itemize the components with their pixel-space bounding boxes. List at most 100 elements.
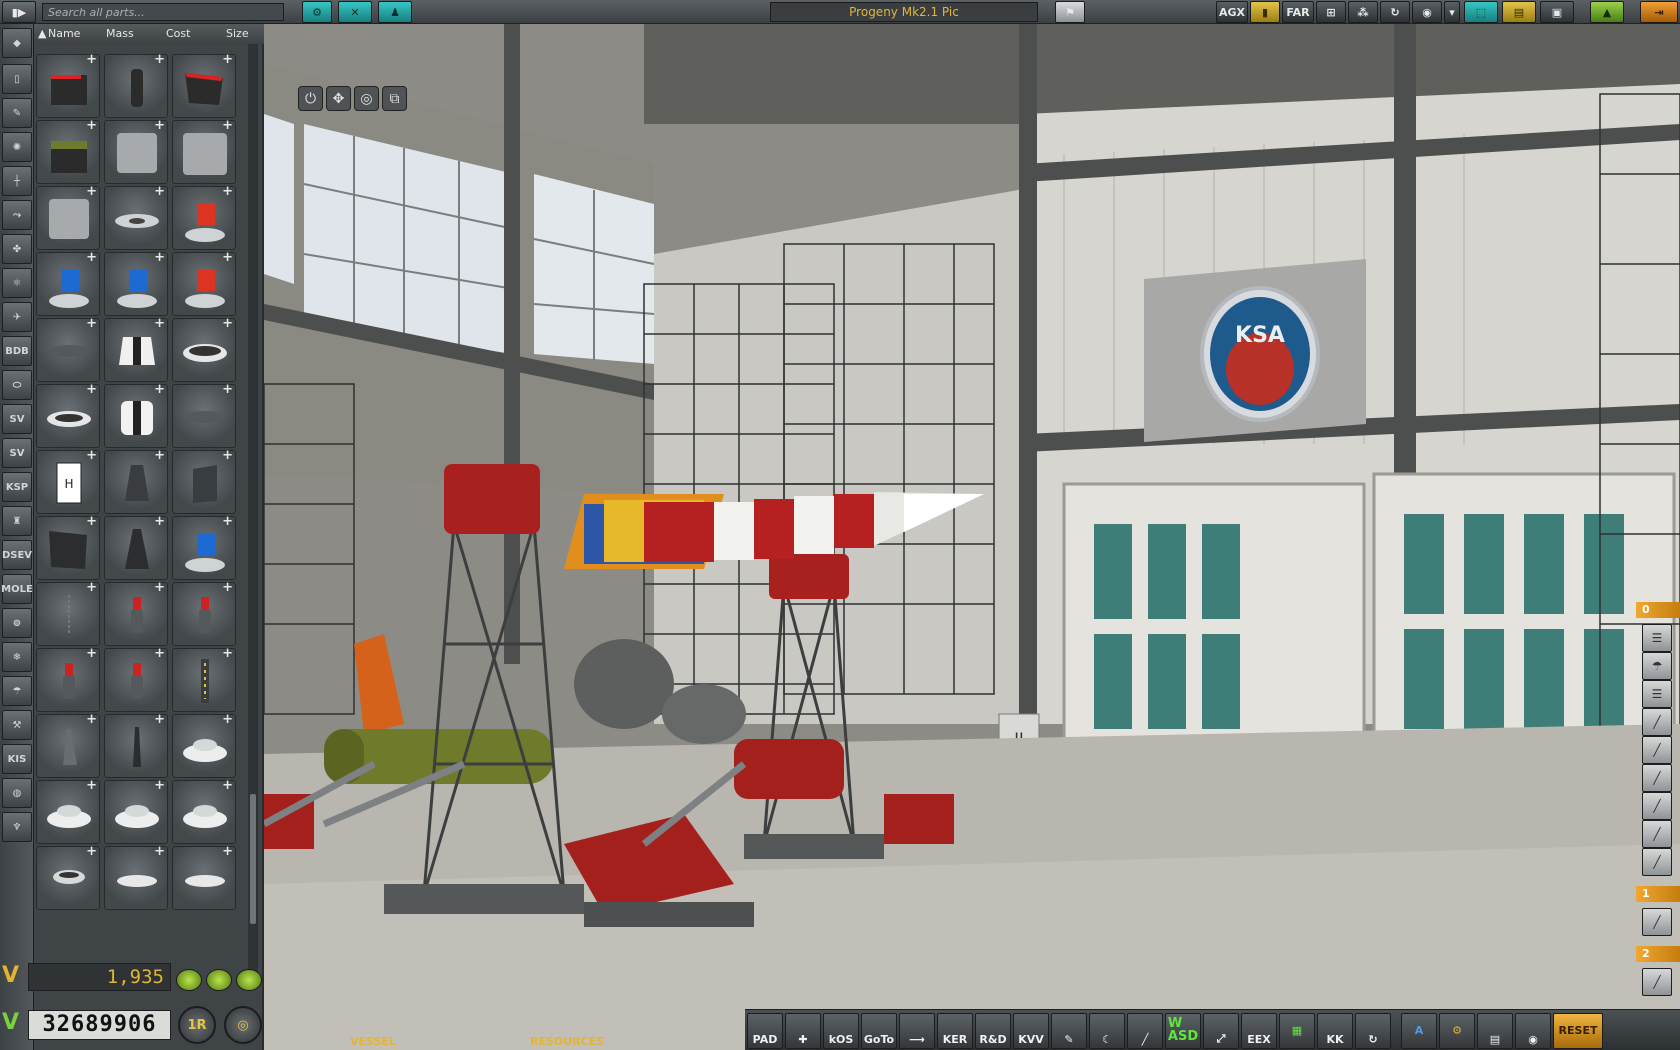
part-tile[interactable]: + <box>104 316 168 382</box>
reroot-gizmo-icon[interactable]: ⧉ <box>382 86 407 111</box>
category-cryo-icon[interactable]: ❄ <box>2 642 32 672</box>
category-tools-icon[interactable]: ⚒ <box>2 710 32 740</box>
hangar-viewport[interactable]: KSA ⏻ ✥ ◎ ⧉ <box>264 24 1680 1050</box>
part-tile[interactable]: + <box>36 52 100 118</box>
part-tile[interactable]: + <box>104 646 168 712</box>
part-tile[interactable]: + <box>36 844 100 910</box>
stage-header-0[interactable]: 0 <box>1636 602 1680 618</box>
lock-icon[interactable] <box>176 969 202 991</box>
engine-stage-icon[interactable]: ╱ <box>1642 792 1672 820</box>
resize-icon[interactable]: ⤢ <box>1203 1013 1239 1049</box>
wrench-icon[interactable]: ✎ <box>1051 1013 1087 1049</box>
part-tile[interactable]: + <box>36 250 100 316</box>
tab-vessel[interactable]: VESSEL <box>350 1035 396 1048</box>
part-tile[interactable]: + <box>172 778 236 844</box>
category-pods-icon[interactable]: ◆ <box>2 28 32 58</box>
tab-resources[interactable]: RESOURCES <box>530 1035 604 1048</box>
part-tile[interactable]: + <box>36 118 100 184</box>
category-science-icon[interactable]: ⚛ <box>2 268 32 298</box>
offset-gizmo-icon[interactable]: ✥ <box>326 86 351 111</box>
crew-icon[interactable]: ♟ <box>378 1 412 23</box>
category-comms-icon[interactable]: ✈ <box>2 302 32 332</box>
parachute-stage-icon[interactable]: ☂ <box>1642 652 1672 680</box>
ker-button[interactable]: KER <box>937 1013 973 1049</box>
part-tile[interactable]: + <box>36 316 100 382</box>
part-tile[interactable]: + <box>172 184 236 250</box>
orbit-icon[interactable]: ↻ <box>1380 1 1410 23</box>
part-tile[interactable]: + <box>104 580 168 646</box>
part-tile[interactable]: + <box>104 712 168 778</box>
hammer-wrench-icon[interactable]: ✕ <box>338 1 372 23</box>
category-utility-icon[interactable]: ✤ <box>2 234 32 264</box>
chevron-down-icon[interactable]: ▾ <box>1444 1 1460 23</box>
part-manager-icon[interactable]: ⚙ <box>302 1 332 23</box>
part-tile[interactable]: + <box>172 250 236 316</box>
cluster-icon[interactable]: ⁂ <box>1348 1 1378 23</box>
part-tile[interactable]: + <box>36 382 100 448</box>
stage-part-icon[interactable]: ☰ <box>1642 624 1672 652</box>
part-tile[interactable]: + <box>172 712 236 778</box>
part-tile[interactable]: + <box>172 448 236 514</box>
category-parachute-icon[interactable]: ☂ <box>2 676 32 706</box>
sort-name[interactable]: Name <box>48 27 80 40</box>
part-tile[interactable]: + <box>104 52 168 118</box>
wasd-button[interactable]: W ASD <box>1165 1013 1201 1049</box>
flag-icon[interactable]: ⚑ <box>1055 1 1085 23</box>
engine-stage-icon[interactable]: ╱ <box>1642 708 1672 736</box>
part-tile[interactable]: + <box>172 646 236 712</box>
category-gear-icon[interactable]: ♆ <box>2 812 32 842</box>
engine-stage-icon[interactable]: ╱ <box>1642 908 1672 936</box>
antenna-icon[interactable]: ◉ <box>1515 1013 1551 1049</box>
part-tile[interactable]: + <box>172 52 236 118</box>
category-aero-icon[interactable]: ⤳ <box>2 200 32 230</box>
place-gizmo-icon[interactable]: ⏻ <box>298 86 323 111</box>
save-craft-icon[interactable]: ▣ <box>1540 1 1574 23</box>
goto-button[interactable]: GoTo <box>861 1013 897 1049</box>
agx-button[interactable]: AGX <box>1216 1 1248 23</box>
part-tile[interactable]: + <box>104 448 168 514</box>
research-button[interactable]: 1R <box>178 1006 216 1044</box>
load-craft-icon[interactable]: ▤ <box>1502 1 1536 23</box>
launch-clamp-icon[interactable]: ◉ <box>1412 1 1442 23</box>
parts-scrollbar-thumb[interactable] <box>250 794 256 924</box>
engineer-icon[interactable]: ⟶ <box>899 1013 935 1049</box>
part-tile[interactable]: + <box>172 514 236 580</box>
battery-icon[interactable]: ▮ <box>1250 1 1280 23</box>
part-tile[interactable]: + <box>172 118 236 184</box>
pencil-icon[interactable]: ╱ <box>1127 1013 1163 1049</box>
eex-button[interactable]: EEX <box>1241 1013 1277 1049</box>
part-tile[interactable]: + <box>172 844 236 910</box>
category-dsev-button[interactable]: DSEV <box>2 540 32 570</box>
center-of-mass-icon[interactable]: ◎ <box>224 1006 262 1044</box>
category-radar-icon[interactable]: ◍ <box>2 778 32 808</box>
category-kis-button[interactable]: KIS <box>2 744 32 774</box>
grid-icon[interactable]: ⊞ <box>1316 1 1346 23</box>
part-tile[interactable]: + <box>104 514 168 580</box>
kos-button[interactable]: kOS <box>823 1013 859 1049</box>
part-tile[interactable]: + <box>172 580 236 646</box>
far-button[interactable]: FAR <box>1282 1 1314 23</box>
category-control-icon[interactable]: ✺ <box>2 132 32 162</box>
hyperedit-icon[interactable]: ✚ <box>785 1013 821 1049</box>
angle-snap-icon[interactable] <box>236 969 262 991</box>
part-tile[interactable]: + <box>104 844 168 910</box>
sort-mass[interactable]: Mass <box>106 27 134 40</box>
symmetry-icon[interactable] <box>206 969 232 991</box>
search-input[interactable] <box>42 3 284 21</box>
part-tile[interactable]: + <box>36 184 100 250</box>
part-tile[interactable]: + <box>36 580 100 646</box>
new-craft-icon[interactable]: ⬚ <box>1464 1 1498 23</box>
vessel-name-field[interactable]: Progeny Mk2.1 Pic <box>770 2 1038 22</box>
pad-button[interactable]: PAD <box>747 1013 783 1049</box>
sort-size[interactable]: Size <box>226 27 249 40</box>
launch-pad-icon[interactable]: ▲ <box>1590 1 1624 23</box>
part-tile[interactable]: + <box>36 712 100 778</box>
category-thermal-icon[interactable]: ♜ <box>2 506 32 536</box>
rotate-gizmo-icon[interactable]: ◎ <box>354 86 379 111</box>
sort-cost[interactable]: Cost <box>166 27 190 40</box>
part-tile[interactable]: + <box>36 646 100 712</box>
grid-floor-icon[interactable]: ▦ <box>1279 1013 1315 1049</box>
clipboard-icon[interactable]: ▤ <box>1477 1013 1513 1049</box>
stage-header-1[interactable]: 1 <box>1636 886 1680 902</box>
part-tile[interactable]: + <box>36 778 100 844</box>
